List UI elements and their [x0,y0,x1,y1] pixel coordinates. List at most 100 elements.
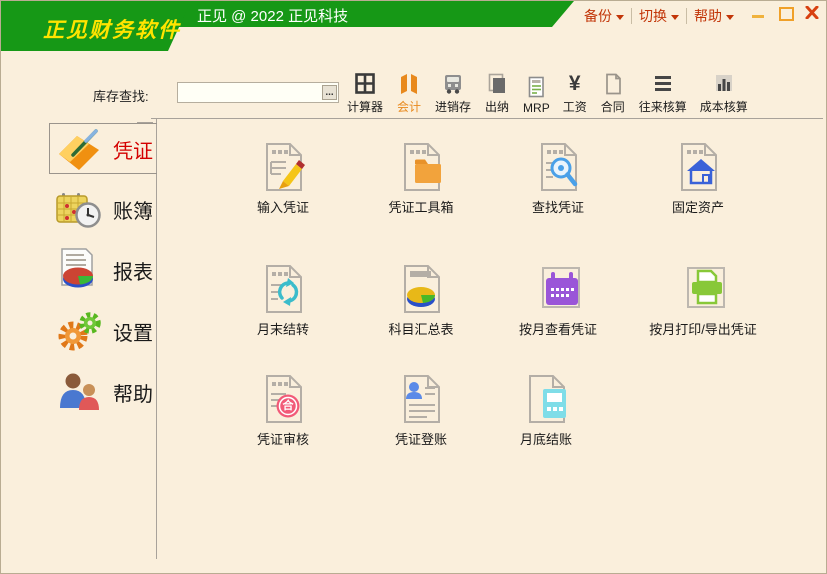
help-people-icon [55,369,103,415]
menu-switch-label: 切换 [639,6,667,26]
sidebar-item-label: 凭证 [113,135,153,164]
content-item-label: 查找凭证 [483,197,633,216]
content-item-account-summary[interactable]: 科目汇总表 [346,263,496,338]
toolbar-item-cost-accounting[interactable]: 成本核算 [700,72,748,115]
content-item-label: 按月查看凭证 [483,319,633,338]
voucher-review-icon: 合 [259,373,307,425]
content-item-voucher-toolbox[interactable]: 凭证工具箱 [346,141,496,216]
menu-switch[interactable]: 切换 [639,6,679,26]
window-title: 正见 @ 2022 正见科技 [197,5,348,26]
content-item-monthly-view-voucher[interactable]: 按月查看凭证 [483,263,633,338]
content-item-label: 月底结账 [471,429,621,448]
toolbar-item-label: 进销存 [435,98,471,115]
ledger-icon [53,186,103,232]
menu-help[interactable]: 帮助 [694,6,734,26]
toolbar-item-contract[interactable]: 合同 [600,72,626,115]
month-end-transfer-icon [259,263,307,315]
month-end-closing-icon [522,373,570,425]
menu-help-label: 帮助 [694,6,722,26]
toolbar-divider [151,118,823,119]
window-controls [751,6,819,19]
calculator-icon [352,72,378,96]
toolbar-item-inventory[interactable]: 进销存 [435,72,471,115]
content-item-voucher-review[interactable]: 合 凭证审核 [208,373,358,448]
monthly-view-voucher-icon [534,263,582,315]
sidebar-divider [156,118,157,559]
fixed-assets-icon [674,141,722,193]
content-item-search-voucher[interactable]: 查找凭证 [483,141,633,216]
voucher-icon [55,126,103,172]
close-icon [805,6,819,19]
menu-divider [686,8,687,24]
content-item-label: 月末结转 [208,319,358,338]
chevron-down-icon [726,15,734,20]
sidebar-item-label: 账簿 [113,195,153,224]
sidebar-item-reports[interactable]: 报表 [55,247,153,293]
toolbar-item-accounting[interactable]: 会计 [396,72,422,115]
stamp-character: 合 [281,400,295,412]
content-item-monthly-print-export[interactable]: 按月打印/导出凭证 [628,263,778,338]
app-window: { "colors": { "titlebar_green": "#169816… [0,0,827,574]
content-item-label: 固定资产 [623,197,773,216]
close-button[interactable] [805,6,819,19]
content-item-label: 按月打印/导出凭证 [628,319,778,338]
sidebar-item-label: 帮助 [113,378,153,407]
cashier-card-icon [484,72,510,96]
menu-backup[interactable]: 备份 [584,6,624,26]
mrp-report-icon [523,75,549,99]
content-item-fixed-assets[interactable]: 固定资产 [623,141,773,216]
toolbar-item-label: 会计 [397,98,421,115]
toolbar-item-label: 出纳 [485,98,509,115]
chevron-down-icon [671,15,679,20]
content-item-input-voucher[interactable]: 输入凭证 [208,141,358,216]
sidebar-item-help[interactable]: 帮助 [55,369,153,415]
menu-bar: 备份 切换 帮助 [584,6,734,26]
minimize-button[interactable] [751,6,765,19]
toolbar-item-calculator[interactable]: 计算器 [347,72,383,115]
toolbar-item-label: MRP [523,101,550,115]
truck-icon [440,72,466,96]
inventory-search-label: 库存查找: [93,86,149,105]
yuan-glyph: ¥ [569,73,581,95]
voucher-posting-icon [397,373,445,425]
content-item-month-end-transfer[interactable]: 月末结转 [208,263,358,338]
sidebar-item-ledger[interactable]: 账簿 [53,186,153,232]
yuan-icon: ¥ [569,72,581,96]
sidebar-item-label: 设置 [113,317,153,346]
toolbar-item-cashier[interactable]: 出纳 [484,72,510,115]
content-item-month-end-closing[interactable]: 月底结账 [471,373,621,448]
settings-gears-icon [55,308,103,354]
contract-file-icon [600,72,626,96]
accounting-book-icon [396,72,422,96]
list-lines-icon [650,72,676,96]
voucher-toolbox-icon [397,141,445,193]
content-item-label: 凭证审核 [208,429,358,448]
bar-chart-icon [711,72,737,96]
monthly-print-export-icon [679,263,727,315]
toolbar-item-label: 计算器 [347,98,383,115]
content-item-label: 输入凭证 [208,197,358,216]
toolbar-item-label: 工资 [563,98,587,115]
toolbar-item-label: 往来核算 [639,98,687,115]
input-voucher-icon [259,141,307,193]
maximize-button[interactable] [778,6,792,19]
menu-divider [631,8,632,24]
search-voucher-icon [534,141,582,193]
toolbar-item-payroll[interactable]: ¥ 工资 [563,72,587,115]
account-summary-icon [397,263,445,315]
inventory-search-input[interactable] [177,82,339,103]
toolbar-item-current-accounts[interactable]: 往来核算 [639,72,687,115]
content-item-label: 科目汇总表 [346,319,496,338]
menu-backup-label: 备份 [584,6,612,26]
sidebar-item-label: 报表 [113,256,153,285]
app-logo: 正见财务软件 [43,14,181,44]
search-more-button[interactable]: ... [322,85,337,100]
sidebar-item-settings[interactable]: 设置 [55,308,153,354]
sidebar-item-voucher[interactable]: 凭证 [55,126,153,172]
chevron-down-icon [616,15,624,20]
module-toolbar: 计算器 会计 进销存 [347,72,748,115]
toolbar-item-mrp[interactable]: MRP [523,75,550,115]
report-icon [55,247,103,293]
content-item-label: 凭证工具箱 [346,197,496,216]
toolbar-item-label: 成本核算 [700,98,748,115]
